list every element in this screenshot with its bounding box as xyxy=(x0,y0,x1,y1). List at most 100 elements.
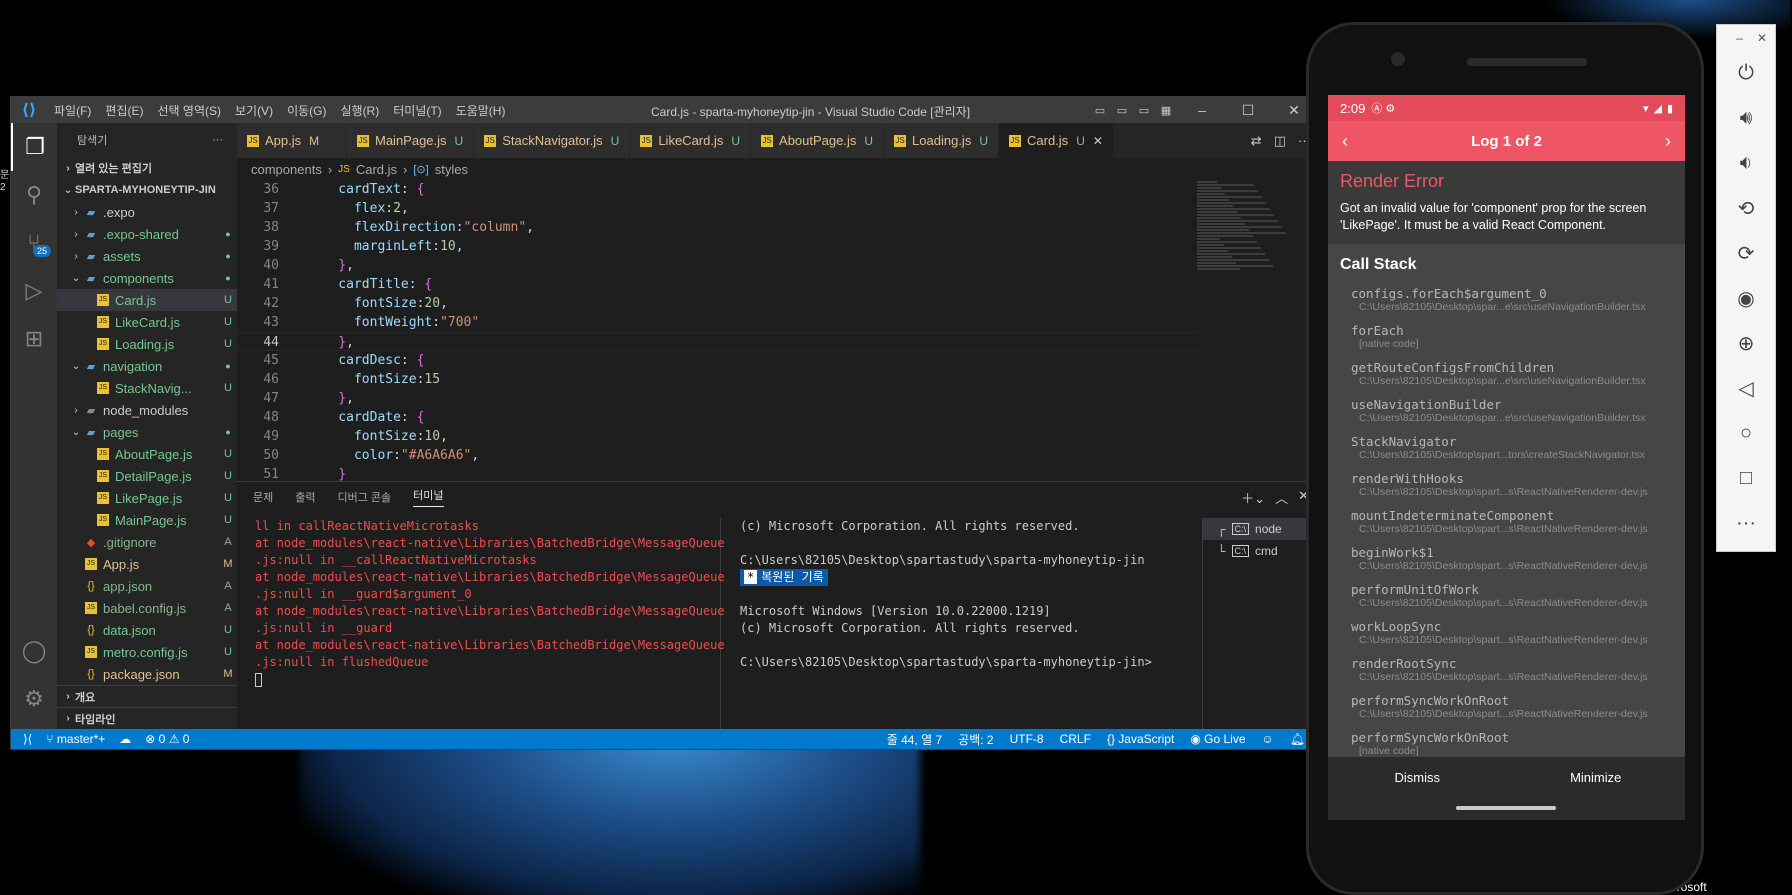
home-icon[interactable]: ○ xyxy=(1717,411,1775,456)
explorer-icon[interactable]: ❐ xyxy=(11,123,57,171)
terminal-right[interactable]: (c) Microsoft Corporation. All rights re… xyxy=(722,518,1152,729)
folder-item[interactable]: ⌄ ▰ navigation ● xyxy=(57,355,237,377)
back-icon[interactable]: ◁ xyxy=(1717,366,1775,411)
file-item[interactable]: JS Card.js U xyxy=(57,289,237,311)
go-live-button[interactable]: ◉ Go Live xyxy=(1190,732,1245,746)
code-editor[interactable]: 36 cardText: {37 flex:2, 38 flexDirection… xyxy=(237,180,1197,501)
panel-tab[interactable]: 출력 xyxy=(295,489,315,505)
toggle-panel-icon[interactable]: ▭ xyxy=(1113,97,1131,123)
folder-item[interactable]: › ▰ node_modules xyxy=(57,399,237,421)
new-terminal-icon[interactable]: ＋⌄ xyxy=(1241,488,1265,507)
folder-item[interactable]: ⌄ ▰ components ● xyxy=(57,267,237,289)
stack-frame[interactable]: useNavigationBuilder C:\Users\82105\Deskt… xyxy=(1328,393,1685,430)
line-ending[interactable]: CRLF xyxy=(1060,732,1091,746)
panel-tab[interactable]: 터미널 xyxy=(413,487,444,507)
terminal-list-item[interactable]: ┌ C:\ node xyxy=(1203,518,1317,540)
folder-item[interactable]: › ▰ assets ● xyxy=(57,245,237,267)
run-debug-icon[interactable]: ▷ xyxy=(11,267,57,315)
menu-item[interactable]: 이동(G) xyxy=(280,102,333,119)
stack-frame[interactable]: performSyncWorkOnRoot C:\Users\82105\Desk… xyxy=(1328,689,1685,726)
open-changes-icon[interactable]: ⇄ xyxy=(1251,133,1262,149)
rotate-left-icon[interactable]: ⟲ xyxy=(1717,186,1775,231)
file-item[interactable]: JS StackNavig... U xyxy=(57,377,237,399)
file-item[interactable]: JS App.js M xyxy=(57,553,237,575)
menu-item[interactable]: 터미널(T) xyxy=(386,102,448,119)
editor-tab[interactable]: JS App.js M xyxy=(237,123,347,158)
minimap[interactable] xyxy=(1197,180,1297,480)
file-item[interactable]: JS LikePage.js U xyxy=(57,487,237,509)
editor-tab[interactable]: JS Loading.js U xyxy=(884,123,999,158)
stack-frame[interactable]: beginWork$1 C:\Users\82105\Desktop\spart.… xyxy=(1328,541,1685,578)
rotate-right-icon[interactable]: ⟳ xyxy=(1717,231,1775,276)
notifications-bell-icon[interactable]: 🔔︎ xyxy=(1290,732,1305,746)
encoding[interactable]: UTF-8 xyxy=(1010,732,1044,746)
split-editor-icon[interactable]: ◫ xyxy=(1274,133,1286,149)
editor-tab[interactable]: JS Card.js U ✕ xyxy=(999,123,1114,158)
open-editors-section[interactable]: › 열려 있는 편집기 xyxy=(57,157,237,179)
file-item[interactable]: JS metro.config.js U xyxy=(57,641,237,663)
cursor-position[interactable]: 줄 44, 열 7 xyxy=(887,731,942,748)
stack-frame[interactable]: StackNavigator C:\Users\82105\Desktop\spa… xyxy=(1328,430,1685,467)
next-log-icon[interactable]: › xyxy=(1665,131,1671,152)
volume-up-icon[interactable]: 🔊︎ xyxy=(1717,96,1775,141)
power-icon[interactable]: ⏻ xyxy=(1717,51,1775,96)
previous-log-icon[interactable]: ‹ xyxy=(1342,131,1348,152)
overview-icon[interactable]: □ xyxy=(1717,456,1775,501)
sync-icon[interactable]: ☁ xyxy=(119,732,131,746)
emulator-minimize-icon[interactable]: – xyxy=(1736,31,1743,45)
timeline-section[interactable]: › 타임라인 xyxy=(57,707,237,729)
settings-gear-icon[interactable]: ⚙ xyxy=(11,675,57,723)
editor-tab[interactable]: JS StackNavigator.js U xyxy=(474,123,631,158)
stack-frame[interactable]: forEach [native code] xyxy=(1328,319,1685,356)
zoom-icon[interactable]: ⊕ xyxy=(1717,321,1775,366)
minimize-window-button[interactable]: – xyxy=(1179,97,1225,123)
account-icon[interactable]: ◯ xyxy=(11,627,57,675)
branch-indicator[interactable]: ⑂ master*+ xyxy=(46,732,105,746)
extensions-icon[interactable]: ⊞ xyxy=(11,315,57,363)
file-item[interactable]: JS babel.config.js A xyxy=(57,597,237,619)
menu-item[interactable]: 보기(V) xyxy=(228,102,280,119)
screenshot-camera-icon[interactable]: ◉ xyxy=(1717,276,1775,321)
editor-tab[interactable]: JS MainPage.js U xyxy=(347,123,475,158)
menu-item[interactable]: 선택 영역(S) xyxy=(150,102,228,119)
problems-indicator[interactable]: ⊗ 0 ⚠ 0 xyxy=(145,732,189,746)
file-item[interactable]: JS Loading.js U xyxy=(57,333,237,355)
panel-tab[interactable]: 디버그 콘솔 xyxy=(338,489,392,505)
folder-item[interactable]: › ▰ .expo xyxy=(57,201,237,223)
stack-frame[interactable]: renderRootSync C:\Users\82105\Desktop\spa… xyxy=(1328,652,1685,689)
maximize-window-button[interactable]: ☐ xyxy=(1225,97,1271,123)
file-item[interactable]: {} app.json A xyxy=(57,575,237,597)
folder-item[interactable]: ⌄ ▰ pages ● xyxy=(57,421,237,443)
volume-down-icon[interactable]: 🔉︎ xyxy=(1717,141,1775,186)
file-item[interactable]: JS DetailPage.js U xyxy=(57,465,237,487)
stack-frame[interactable]: workLoopSync C:\Users\82105\Desktop\spart… xyxy=(1328,615,1685,652)
close-tab-icon[interactable]: ✕ xyxy=(1093,134,1103,148)
file-item[interactable]: JS LikeCard.js U xyxy=(57,311,237,333)
stack-frame[interactable]: configs.forEach$argument_0 C:\Users\82105… xyxy=(1328,282,1685,319)
file-item[interactable]: {} package.json M xyxy=(57,663,237,685)
source-control-icon[interactable]: ⑂ 25 xyxy=(11,219,57,267)
stack-frame[interactable]: getRouteConfigsFromChildren C:\Users\8210… xyxy=(1328,356,1685,393)
emulator-close-icon[interactable]: ✕ xyxy=(1757,31,1767,45)
terminal-list-item[interactable]: └ C:\ cmd xyxy=(1203,540,1317,562)
editor-tab[interactable]: JS AboutPage.js U xyxy=(751,123,885,158)
toggle-sidebar-icon[interactable]: ▭ xyxy=(1091,97,1109,123)
outline-section[interactable]: › 개요 xyxy=(57,685,237,707)
maximize-panel-icon[interactable]: ︿ xyxy=(1275,488,1288,507)
minimize-button[interactable]: Minimize xyxy=(1507,757,1686,798)
menu-item[interactable]: 실행(R) xyxy=(333,102,386,119)
menu-item[interactable]: 파일(F) xyxy=(47,102,98,119)
stack-frame[interactable]: mountIndeterminateComponent C:\Users\8210… xyxy=(1328,504,1685,541)
editor-tab[interactable]: JS LikeCard.js U xyxy=(630,123,752,158)
stack-frame[interactable]: performUnitOfWork C:\Users\82105\Desktop\… xyxy=(1328,578,1685,615)
language-mode[interactable]: {} JavaScript xyxy=(1107,732,1174,746)
remote-icon[interactable]: ⟩⟨ xyxy=(23,732,32,746)
feedback-icon[interactable]: ☺ xyxy=(1262,732,1274,746)
menu-item[interactable]: 도움말(H) xyxy=(449,102,513,119)
breadcrumb-item[interactable]: components xyxy=(251,162,322,177)
dismiss-button[interactable]: Dismiss xyxy=(1328,757,1507,798)
home-indicator[interactable] xyxy=(1456,806,1556,810)
more-options-icon[interactable]: ··· xyxy=(1717,501,1775,546)
folder-item[interactable]: › ▰ .expo-shared ● xyxy=(57,223,237,245)
menu-item[interactable]: 편집(E) xyxy=(98,102,150,119)
